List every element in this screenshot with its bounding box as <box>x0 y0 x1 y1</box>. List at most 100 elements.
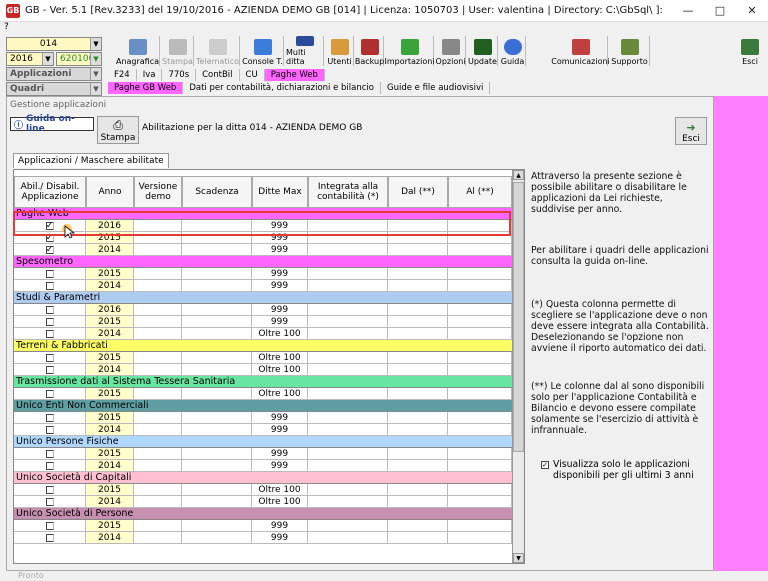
table-cell[interactable] <box>14 412 86 423</box>
table-row[interactable]: 2015 Oltre 100 <box>14 388 512 400</box>
checkbox-icon[interactable] <box>45 497 54 506</box>
checkbox-icon[interactable] <box>45 305 54 314</box>
checkbox-checked-icon[interactable]: ✓ <box>45 245 54 254</box>
tab-paghe-gb-web[interactable]: Paghe GB Web <box>108 82 184 94</box>
comunicazioni-button[interactable]: Comunicazioni <box>551 36 610 66</box>
sezione-select[interactable]: Quadri ▼ <box>6 82 102 96</box>
table-cell[interactable] <box>14 268 86 279</box>
table-row[interactable]: 2015 999 <box>14 412 512 424</box>
backup-button[interactable]: Backup <box>355 36 384 66</box>
tab-f24[interactable]: F24 <box>108 69 137 81</box>
checkbox-icon[interactable] <box>45 449 54 458</box>
stampa-button[interactable]: ⎙ Stampa <box>97 116 139 144</box>
table-cell[interactable] <box>14 388 86 399</box>
table-cell[interactable] <box>14 484 86 495</box>
table-row[interactable]: ✓ 2014 999 <box>14 244 512 256</box>
ditta-select[interactable]: 014 ▼ <box>6 37 102 51</box>
checkbox-icon[interactable] <box>45 521 54 530</box>
table-row[interactable]: 2014 999 <box>14 532 512 544</box>
table-cell <box>448 316 512 327</box>
checkbox-checked-icon[interactable]: ✓ <box>45 233 54 242</box>
checkbox-icon[interactable] <box>45 389 54 398</box>
table-cell[interactable] <box>14 424 86 435</box>
checkbox-icon[interactable] <box>45 425 54 434</box>
table-cell[interactable] <box>14 364 86 375</box>
table-row[interactable]: 2015 999 <box>14 520 512 532</box>
guida-button[interactable]: Guida <box>500 36 526 66</box>
scroll-down-icon[interactable]: ▼ <box>513 553 524 563</box>
esci-toolbar-button[interactable]: Esci <box>738 36 762 66</box>
table-row[interactable]: ✓ 2016 999 <box>14 220 512 232</box>
stampa-toolbar-button[interactable]: Stampa <box>162 36 194 66</box>
supporto-button[interactable]: Supporto <box>610 36 650 66</box>
tab-cu[interactable]: CU <box>240 69 265 81</box>
table-cell[interactable]: ✓ <box>14 244 86 255</box>
table-row[interactable]: 2014 Oltre 100 <box>14 364 512 376</box>
tab-770s[interactable]: 770s <box>162 69 197 81</box>
opzioni-button[interactable]: Opzioni <box>436 36 466 66</box>
table-cell[interactable] <box>14 280 86 291</box>
tab-guide-file[interactable]: Guide e file audiovisivi <box>381 82 491 94</box>
update-button[interactable]: Update <box>468 36 498 66</box>
checkbox-icon[interactable] <box>45 533 54 542</box>
scroll-up-icon[interactable]: ▲ <box>513 170 524 180</box>
table-cell[interactable] <box>14 352 86 363</box>
table-cell <box>448 304 512 315</box>
tab-applicazioni-maschere[interactable]: Applicazioni / Maschere abilitate <box>13 153 169 168</box>
importazioni-button[interactable]: Importazioni <box>384 36 435 66</box>
table-row[interactable]: 2015 999 <box>14 316 512 328</box>
table-cell[interactable] <box>14 448 86 459</box>
tab-iva[interactable]: Iva <box>137 69 163 81</box>
anagrafica-button[interactable]: Anagrafica <box>116 36 160 66</box>
scroll-thumb[interactable] <box>513 182 524 452</box>
table-row[interactable]: 2014 Oltre 100 <box>14 496 512 508</box>
table-row[interactable]: ✓ 2015 999 <box>14 232 512 244</box>
gruppo-select[interactable]: Applicazioni ▼ <box>6 67 102 81</box>
checkbox-icon[interactable] <box>45 413 54 422</box>
checkbox-icon[interactable] <box>45 365 54 374</box>
table-row[interactable]: 2015 Oltre 100 <box>14 484 512 496</box>
tab-contbil[interactable]: ContBil <box>196 69 240 81</box>
codice-select[interactable]: 620100 ▼ <box>56 52 102 66</box>
table-row[interactable]: 2015 999 <box>14 268 512 280</box>
table-row[interactable]: 2014 999 <box>14 280 512 292</box>
checkbox-icon[interactable] <box>45 353 54 362</box>
table-row[interactable]: 2014 999 <box>14 460 512 472</box>
table-row[interactable]: 2016 999 <box>14 304 512 316</box>
checkbox-icon[interactable] <box>45 485 54 494</box>
table-row[interactable]: 2014 Oltre 100 <box>14 328 512 340</box>
anno-select[interactable]: 2016 ▼ <box>6 52 54 66</box>
table-cell[interactable] <box>14 496 86 507</box>
table-cell[interactable] <box>14 520 86 531</box>
grid-scrollbar[interactable]: ▲ ▼ <box>512 170 524 563</box>
minimize-button[interactable]: — <box>672 0 704 22</box>
tab-paghe-web[interactable]: Paghe Web <box>264 69 325 81</box>
esci-button[interactable]: ➜ Esci <box>675 117 707 145</box>
table-cell: 2015 <box>86 520 134 531</box>
console-button[interactable]: Console T. <box>242 36 284 66</box>
tab-dati-contabilita[interactable]: Dati per contabilità, dichiarazioni e bi… <box>183 82 381 94</box>
checkbox-icon[interactable] <box>45 281 54 290</box>
table-row[interactable]: 2014 999 <box>14 424 512 436</box>
table-cell[interactable] <box>14 316 86 327</box>
checkbox-icon[interactable] <box>45 269 54 278</box>
table-row[interactable]: 2015 Oltre 100 <box>14 352 512 364</box>
checkbox-checked-icon[interactable]: ✓ <box>541 461 549 469</box>
table-row[interactable]: 2015 999 <box>14 448 512 460</box>
multi-ditta-button[interactable]: Multi ditta <box>286 36 324 66</box>
visualizza-checkbox[interactable]: ✓ Visualizza solo le applicazioni dispon… <box>541 459 711 481</box>
checkbox-icon[interactable] <box>45 329 54 338</box>
checkbox-icon[interactable] <box>45 317 54 326</box>
table-cell[interactable] <box>14 304 86 315</box>
table-cell[interactable] <box>14 460 86 471</box>
table-cell[interactable] <box>14 328 86 339</box>
telematico-button[interactable]: Telematico <box>196 36 240 66</box>
table-cell[interactable] <box>14 532 86 543</box>
checkbox-icon[interactable] <box>45 461 54 470</box>
utenti-button[interactable]: Utenti <box>326 36 354 66</box>
close-window-button[interactable]: ✕ <box>736 0 768 22</box>
menu-help[interactable]: ? <box>4 22 9 32</box>
checkbox-checked-icon[interactable]: ✓ <box>45 221 54 230</box>
maximize-button[interactable]: □ <box>704 0 736 22</box>
guida-online-button[interactable]: ⓘ Guida on-line <box>10 114 94 134</box>
